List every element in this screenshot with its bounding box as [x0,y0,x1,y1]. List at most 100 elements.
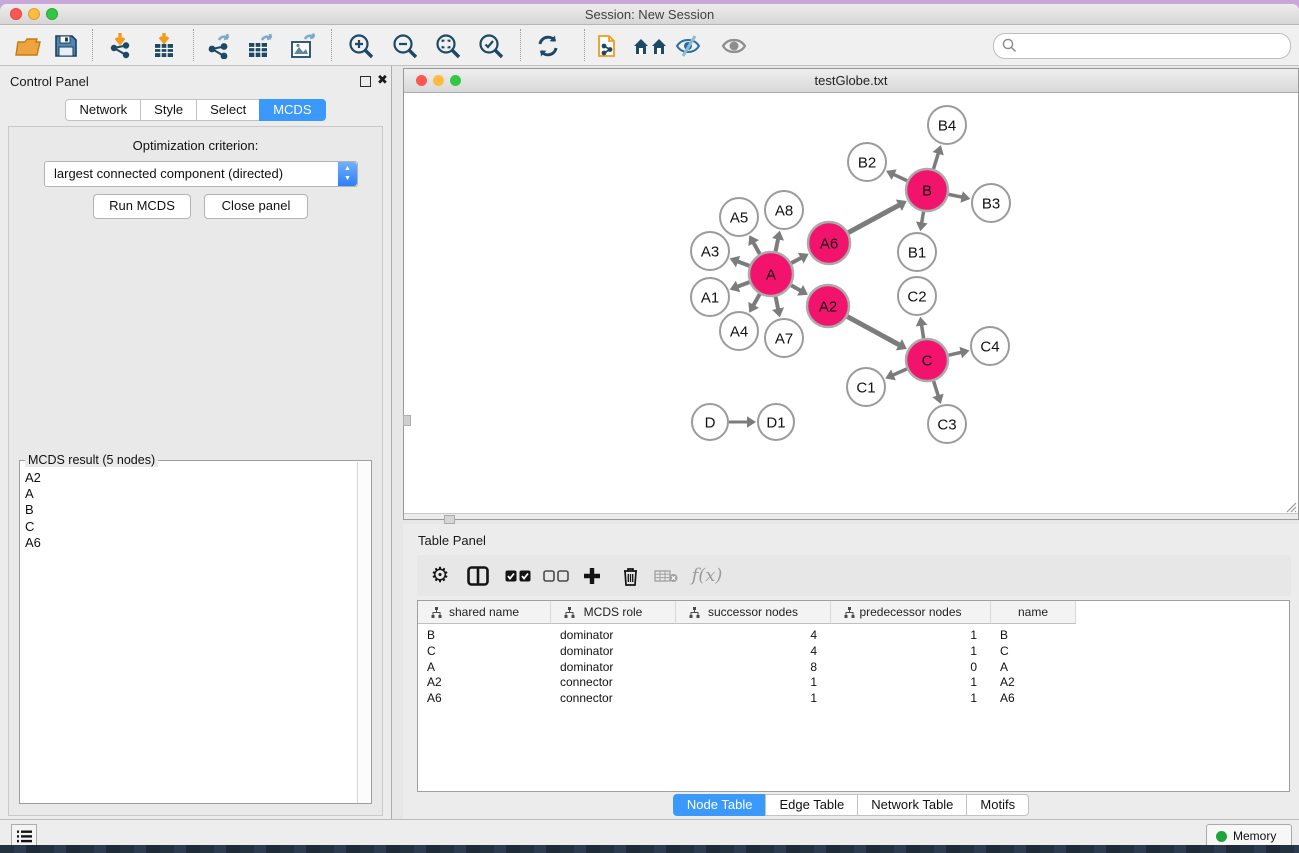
graph-edge-B-B3[interactable] [949,194,964,197]
graph-edge-C-C4[interactable] [948,352,962,355]
column-header-name[interactable]: name [991,601,1076,624]
tab-motifs[interactable]: Motifs [966,794,1029,816]
mcds-result-item[interactable]: B [25,502,357,518]
table-row-A[interactable]: Adominator80A [418,659,1076,675]
network-graph[interactable]: B4B2BB3A5A8A6B1A3AC2A1A2A4A7C4CC1DD1C3 [404,93,1298,513]
table-cell[interactable]: A [418,659,551,675]
home-views-icon[interactable] [632,32,668,60]
column-header-predecessor-nodes[interactable]: predecessor nodes [831,601,991,624]
column-header-MCDS-role[interactable]: MCDS role [551,601,676,624]
tab-network[interactable]: Network [65,99,141,121]
function-builder-icon[interactable]: f(x) [685,555,729,596]
tab-network-table[interactable]: Network Table [857,794,967,816]
table-cell[interactable]: C [991,643,1076,659]
table-cell[interactable]: 1 [676,674,831,690]
zoom-selected-icon[interactable] [477,32,505,60]
mcds-result-item[interactable]: A2 [25,470,357,486]
mcds-list-scrollbar[interactable] [357,462,371,803]
table-cell[interactable]: 0 [831,659,991,675]
delete-icon[interactable] [613,555,647,596]
table-cell[interactable]: dominator [551,627,676,643]
table-row-A2[interactable]: A2connector11A2 [418,674,1076,690]
search-input[interactable] [1022,36,1281,56]
zoom-in-icon[interactable] [347,32,375,60]
delete-table-icon[interactable] [649,555,683,596]
tab-mcds[interactable]: MCDS [259,99,325,121]
table-cell[interactable]: dominator [551,643,676,659]
window-resize-grip-icon[interactable] [1284,500,1297,518]
tab-node-table[interactable]: Node Table [673,794,767,816]
graph-edge-A-A4[interactable] [753,294,760,307]
table-cell[interactable]: dominator [551,659,676,675]
memory-button[interactable]: Memory [1206,824,1292,845]
graph-edge-A-A8[interactable] [776,237,779,251]
close-panel-icon[interactable]: ✖ [377,72,388,88]
table-cell[interactable]: C [418,643,551,659]
open-session-icon[interactable] [14,32,42,60]
export-network-icon[interactable] [205,32,233,60]
network-file-icon[interactable] [594,32,622,60]
table-cell[interactable]: B [418,627,551,643]
select-all-icon[interactable] [501,555,535,596]
table-cell[interactable]: 1 [831,643,991,659]
close-panel-button[interactable]: Close panel [204,194,308,219]
network-window-titlebar[interactable]: testGlobe.txt [404,69,1298,93]
settings-gear-icon[interactable]: ⚙ [423,555,457,596]
table-cell[interactable]: 4 [676,643,831,659]
graph-edge-C-C1[interactable] [892,369,907,376]
graph-edge-A-A1[interactable] [736,282,749,287]
import-network-icon[interactable] [106,32,134,60]
export-image-icon[interactable] [290,32,318,60]
table-cell[interactable]: A [991,659,1076,675]
tab-select[interactable]: Select [196,99,260,121]
table-cell[interactable]: 1 [831,674,991,690]
task-history-button[interactable] [11,824,37,845]
table-cell[interactable]: A2 [418,674,551,690]
table-cell[interactable]: 1 [831,627,991,643]
window-resize-handle[interactable] [403,415,411,426]
zoom-out-icon[interactable] [391,32,419,60]
tab-style[interactable]: Style [140,99,197,121]
add-icon[interactable] [575,555,609,596]
run-mcds-button[interactable]: Run MCDS [93,194,191,219]
splitter-handle[interactable] [444,515,455,524]
table-cell[interactable]: connector [551,674,676,690]
column-header-shared-name[interactable]: shared name [418,601,551,624]
mcds-result-item[interactable]: C [25,519,357,535]
table-row-A6[interactable]: A6connector11A6 [418,690,1076,706]
graph-edge-A-A3[interactable] [736,261,749,266]
table-cell[interactable]: A2 [991,674,1076,690]
deselect-all-icon[interactable] [539,555,573,596]
network-canvas[interactable]: B4B2BB3A5A8A6B1A3AC2A1A2A4A7C4CC1DD1C3 [404,93,1298,514]
hide-graphics-details-icon[interactable] [674,32,702,60]
graph-edge-A6-B[interactable] [848,204,900,232]
criterion-select[interactable]: largest connected component (directed) ▲… [44,161,358,187]
show-hide-details-icon[interactable] [720,32,748,60]
zoom-fit-icon[interactable] [434,32,462,60]
graph-edge-C-C3[interactable] [934,381,939,397]
graph-edge-C-C2[interactable] [921,324,923,339]
save-session-icon[interactable] [52,32,80,60]
table-cell[interactable]: 4 [676,627,831,643]
graph-edge-B-B2[interactable] [892,174,907,181]
import-table-icon[interactable] [150,32,178,60]
mcds-result-item[interactable]: A6 [25,535,357,551]
graph-edge-A2-C[interactable] [847,317,900,346]
table-cell[interactable]: 1 [676,690,831,706]
graph-edge-A-A7[interactable] [776,297,779,311]
search-field[interactable] [993,33,1291,59]
graph-edge-A-A5[interactable] [753,241,760,254]
float-panel-icon[interactable] [360,76,371,87]
table-row-C[interactable]: Cdominator41C [418,643,1076,659]
table-cell[interactable]: A6 [418,690,551,706]
refresh-icon[interactable] [534,32,562,60]
mcds-result-item[interactable]: A [25,486,357,502]
table-cell[interactable]: A6 [991,690,1076,706]
node-table[interactable]: shared nameMCDS rolesuccessor nodesprede… [417,600,1290,792]
export-table-icon[interactable] [247,32,275,60]
mcds-result-list[interactable]: A2ABCA6 [20,462,357,803]
tab-edge-table[interactable]: Edge Table [765,794,858,816]
table-row-B[interactable]: Bdominator41B [418,627,1076,643]
table-cell[interactable]: 1 [831,690,991,706]
column-header-successor-nodes[interactable]: successor nodes [676,601,831,624]
